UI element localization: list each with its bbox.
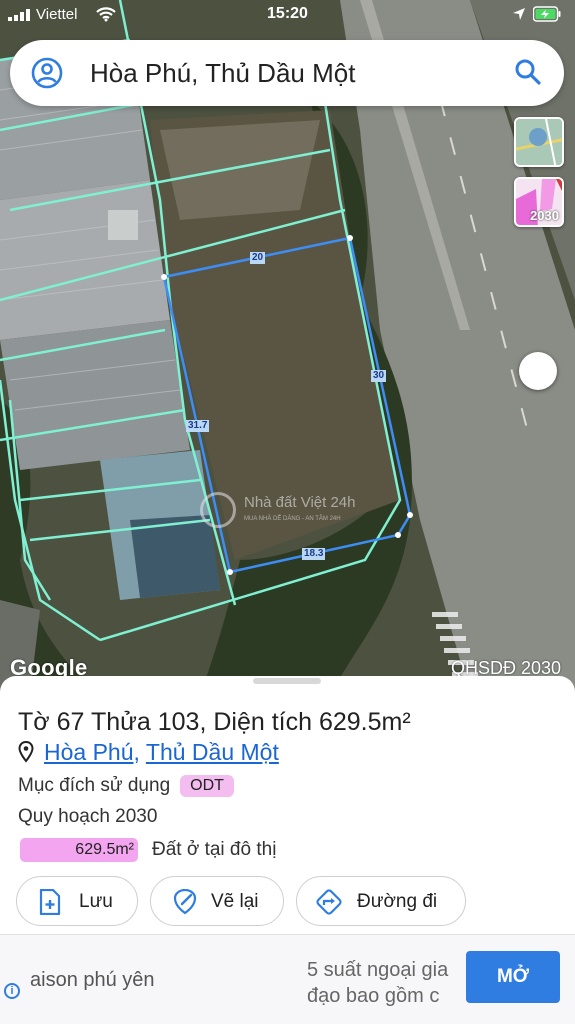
clock: 15:20 [267,5,308,22]
redraw-button[interactable]: Vẽ lại [150,876,284,926]
ad-line-2: đạo bao gồm c [307,985,440,1007]
directions-icon [316,889,342,915]
parcel-info-sheet: Tờ 67 Thửa 103, Diện tích 629.5m² Hòa Ph… [0,676,575,934]
land-use-purpose: Mục đích sử dụng ODT [18,775,234,797]
ad-banner[interactable]: i aison phú yên 5 suất ngoại gia đạo bao… [0,934,575,1024]
area-label: Diện tích [213,708,313,736]
location-arrow-icon [513,8,525,20]
parcel-bottom-dimension: 18.3 [302,548,326,560]
planning-layer-button[interactable]: 2030 [514,177,564,227]
watermark-logo [200,492,236,528]
location-pin-icon [18,741,34,763]
parcel-title: Tờ 67 Thửa 103, Diện tích 629.5m² [18,708,411,736]
search-input[interactable]: Hòa Phú, Thủ Dầu Một [90,58,355,89]
ad-description: 5 suất ngoại gia đạo bao gồm c [307,957,467,1009]
parcel-top-dimension: 20 [250,252,266,264]
add-file-icon [39,889,61,915]
search-icon[interactable] [513,57,543,87]
purpose-label: Mục đích sử dụng [18,775,171,796]
ad-open-button[interactable]: MỞ [466,951,560,1003]
city-link[interactable]: Thủ Dầu Một [146,739,279,765]
plan-title: Quy hoạch 2030 [18,806,158,827]
sheet-label: Tờ [18,708,50,736]
watermark-title: Nhà đất Việt 24h [244,494,356,511]
ad-line-1: 5 suất ngoại gia [307,959,449,981]
battery-icon [533,6,561,22]
ad-left-text: aison phú yên [30,969,155,991]
map-drag-handle[interactable] [519,352,557,390]
satellite-layer-button[interactable] [514,117,564,167]
person-icon[interactable] [30,56,64,90]
satellite-thumbnail-icon [516,119,562,165]
plan-use: Đất ở tại đô thị [152,839,277,860]
save-button[interactable]: Lưu [16,876,138,926]
directions-button[interactable]: Đường đi [296,876,466,926]
ward-link[interactable]: Hòa Phú [44,739,134,765]
draw-icon [173,889,197,915]
purpose-badge: ODT [180,775,234,797]
directions-label: Đường đi [357,891,438,912]
area-value: 629.5m² [318,708,411,736]
watermark: Nhà đất Việt 24h MUA NHÀ DỄ DÀNG - AN TÂ… [200,490,380,534]
sheet-number: 67 [56,708,85,736]
plan-area-badge: 629.5m² [20,838,138,862]
parcel-right-dimension: 30 [371,370,387,382]
plot-number: 103 [157,708,200,736]
parcel-location: Hòa Phú, Thủ Dầu Một [18,739,279,766]
sheet-grabber[interactable] [253,678,321,684]
status-bar: Viettel 15:20 [0,0,575,30]
redraw-label: Vẽ lại [211,891,259,912]
planning-layer-year: 2030 [530,208,559,223]
ad-info-icon[interactable]: i [4,983,20,999]
plot-label: Thửa [90,708,151,736]
watermark-subtitle: MUA NHÀ DỄ DÀNG - AN TÂM 24H [244,516,341,522]
search-bar[interactable]: Hòa Phú, Thủ Dầu Một [10,40,564,106]
parcel-left-dimension: 31.7 [186,420,210,432]
save-label: Lưu [79,891,113,912]
plan-row: 629.5m² Đất ở tại đô thị [20,838,276,862]
